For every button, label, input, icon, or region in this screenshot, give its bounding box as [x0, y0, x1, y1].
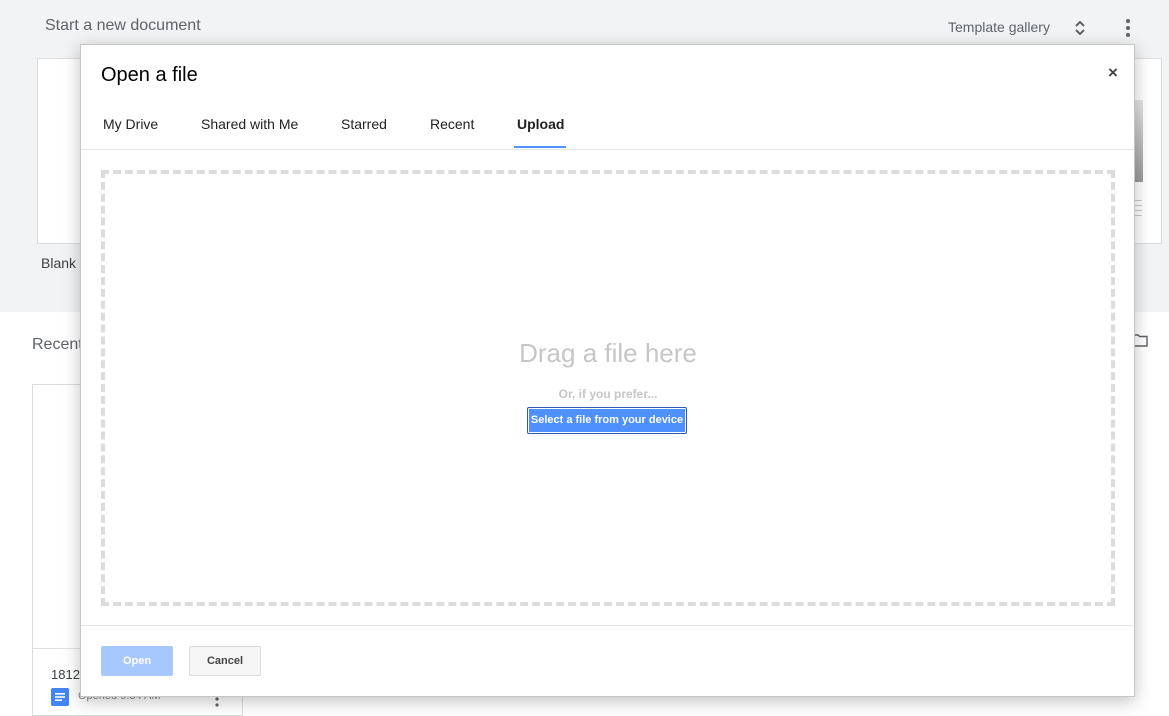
open-button[interactable]: Open	[101, 646, 173, 676]
template-gallery-button[interactable]: Template gallery	[948, 19, 1050, 35]
cancel-button[interactable]: Cancel	[189, 646, 261, 676]
close-icon[interactable]: ×	[1104, 63, 1122, 83]
footer-divider	[81, 625, 1134, 626]
tab-recent[interactable]: Recent	[430, 116, 474, 132]
start-new-document-heading: Start a new document	[45, 17, 201, 34]
blank-template-label: Blank	[41, 255, 77, 271]
recent-documents-heading: Recent	[32, 336, 83, 353]
open-file-dialog: Open a file × My Drive Shared with Me St…	[80, 44, 1135, 697]
tab-upload[interactable]: Upload	[517, 116, 564, 132]
unfold-more-icon[interactable]	[1072, 16, 1088, 40]
drag-file-text: Drag a file here	[519, 338, 697, 368]
dialog-title: Open a file	[101, 64, 198, 86]
tab-shared-with-me[interactable]: Shared with Me	[201, 116, 298, 132]
tab-starred[interactable]: Starred	[341, 116, 387, 132]
select-file-button[interactable]: Select a file from your device	[527, 407, 687, 434]
dialog-tabs: My Drive Shared with Me Starred Recent U…	[81, 105, 1134, 150]
more-vert-icon[interactable]	[1120, 16, 1136, 40]
active-tab-indicator	[514, 146, 566, 148]
upload-drop-zone[interactable]: Drag a file here Or, if you prefer... Se…	[101, 170, 1115, 606]
tab-my-drive[interactable]: My Drive	[103, 116, 158, 132]
prefer-text: Or, if you prefer...	[558, 387, 658, 401]
docs-icon	[51, 688, 69, 706]
recent-document-name: 1812	[51, 667, 80, 682]
